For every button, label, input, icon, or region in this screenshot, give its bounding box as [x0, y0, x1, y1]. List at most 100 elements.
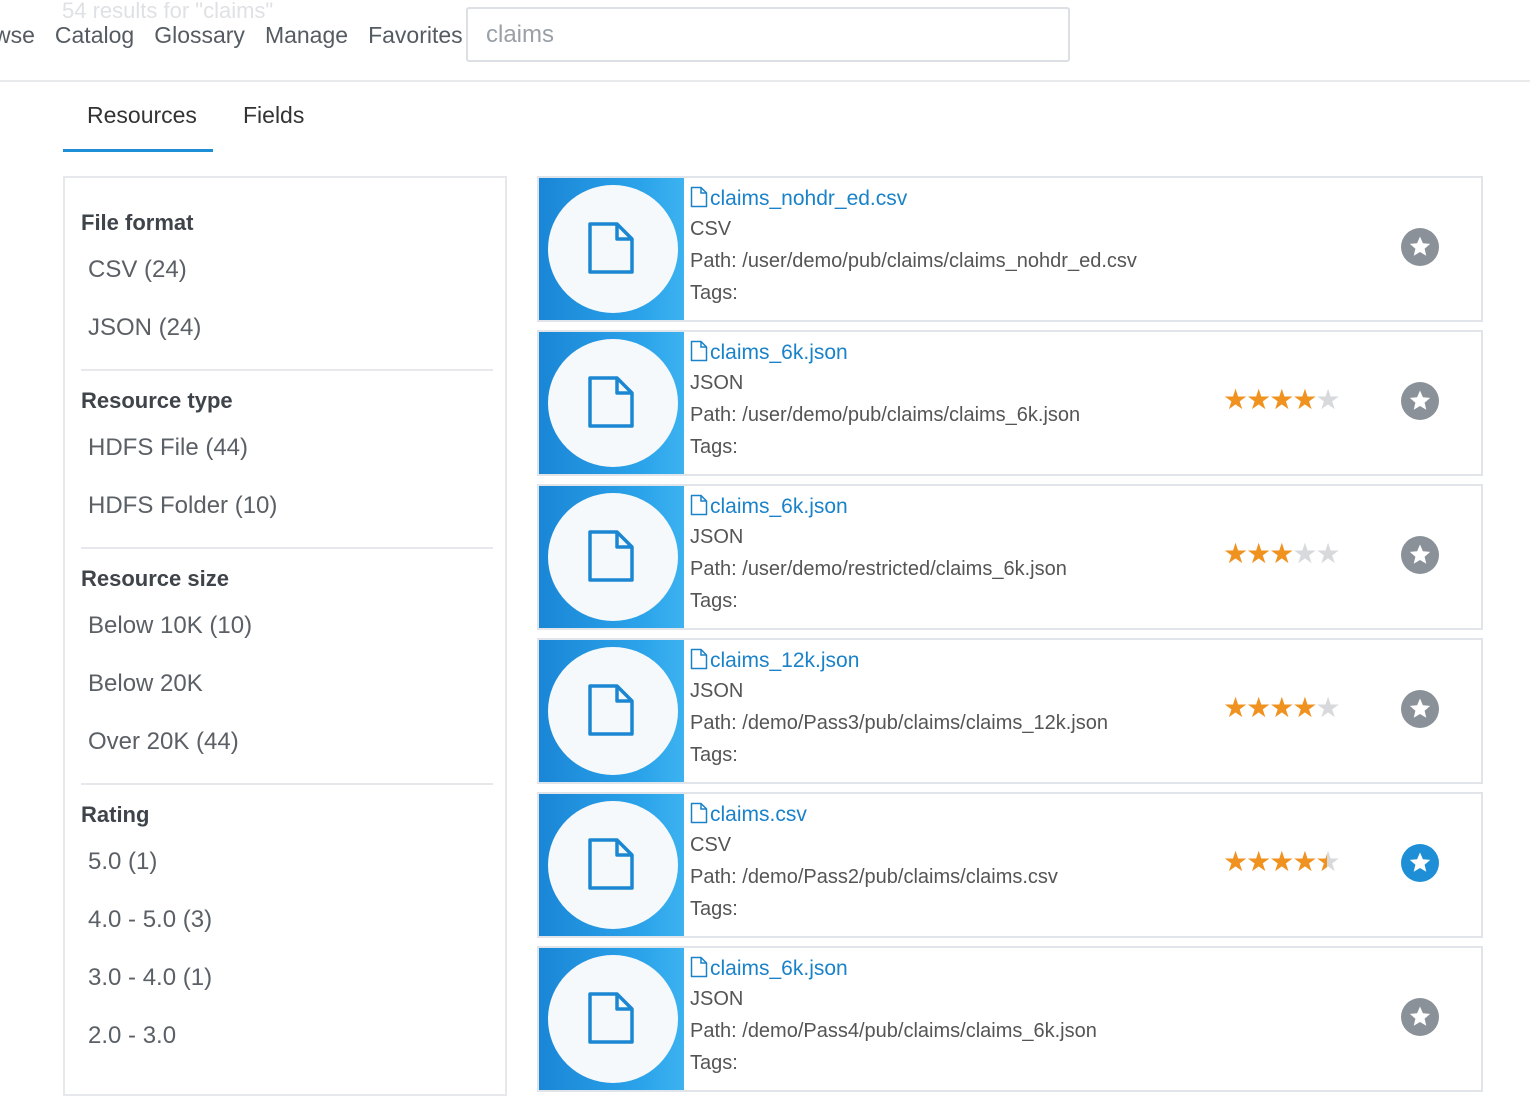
rating-stars: ★★★★★ — [1223, 538, 1341, 569]
star-filled-icon: ★ — [1269, 692, 1294, 723]
filter-rating-5[interactable]: 5.0 (1) — [88, 848, 157, 876]
nav-favorites[interactable]: Favorites — [368, 22, 463, 48]
nav-browse[interactable]: wse — [0, 22, 35, 48]
resource-name[interactable]: claims_6k.json — [710, 495, 848, 518]
filter-over-20k[interactable]: Over 20K (44) — [88, 728, 239, 756]
resource-path: Path: /user/demo/pub/claims/claims_nohdr… — [690, 250, 1137, 272]
star-filled-icon: ★ — [1246, 384, 1271, 415]
star-circle-icon — [1401, 382, 1439, 420]
resource-name-link[interactable]: claims_nohdr_ed.csv — [690, 186, 907, 211]
result-card[interactable]: claims_6k.json JSON Path: /demo/Pass4/pub/… — [537, 946, 1483, 1092]
filter-panel: File format CSV (24) JSON (24) Resource … — [63, 176, 507, 1096]
result-card[interactable]: claims_nohdr_ed.csv CSV Path: /user/demo/p… — [537, 176, 1483, 322]
resource-name[interactable]: claims_12k.json — [710, 649, 859, 672]
resource-tags: Tags: — [690, 282, 738, 304]
filter-title-resource-type: Resource type — [81, 388, 233, 413]
resource-format: JSON — [690, 372, 744, 394]
resource-name[interactable]: claims_nohdr_ed.csv — [710, 187, 907, 210]
favorite-button[interactable] — [1401, 382, 1439, 420]
star-circle-icon — [1401, 536, 1439, 574]
file-outline-icon — [690, 186, 710, 210]
favorite-button[interactable] — [1401, 536, 1439, 574]
resource-name-link[interactable]: claims_6k.json — [690, 340, 848, 365]
filter-below-20k[interactable]: Below 20K — [88, 670, 203, 698]
star-filled-icon: ★ — [1223, 384, 1248, 415]
favorite-button[interactable] — [1401, 998, 1439, 1036]
star-filled-icon: ★ — [1223, 692, 1248, 723]
filter-hdfs-file[interactable]: HDFS File (44) — [88, 434, 248, 462]
active-tab-indicator — [63, 149, 213, 152]
resource-tags: Tags: — [690, 898, 738, 920]
file-outline-icon — [690, 340, 710, 364]
rating-stars: ★★★★★ — [1223, 384, 1341, 415]
resource-path: Path: /demo/Pass4/pub/claims/claims_6k.j… — [690, 1020, 1097, 1042]
filter-below-10k[interactable]: Below 10K (10) — [88, 612, 252, 640]
resource-format: JSON — [690, 680, 744, 702]
star-filled-icon: ★ — [1269, 538, 1294, 569]
resource-name-link[interactable]: claims_12k.json — [690, 648, 859, 673]
star-filled-icon: ★ — [1269, 384, 1294, 415]
resource-name[interactable]: claims.csv — [710, 803, 807, 826]
resource-tags: Tags: — [690, 1052, 738, 1074]
nav-catalog[interactable]: Catalog — [55, 22, 134, 48]
search-input[interactable]: claims — [466, 7, 1070, 62]
resource-name[interactable]: claims_6k.json — [710, 957, 848, 980]
result-card[interactable]: claims_12k.json JSON Path: /demo/Pass3/pub… — [537, 638, 1483, 784]
resource-name-link[interactable]: claims.csv — [690, 802, 807, 827]
star-filled-icon: ★ — [1292, 384, 1317, 415]
star-empty-icon: ★ — [1315, 384, 1340, 415]
resource-tags: Tags: — [690, 744, 738, 766]
filter-divider — [81, 369, 493, 371]
rating-stars: ★★★★★★ — [1223, 846, 1341, 877]
star-filled-icon: ★ — [1292, 692, 1317, 723]
filter-divider — [81, 547, 493, 549]
result-card[interactable]: claims_6k.json JSON Path: /user/demo/restr… — [537, 484, 1483, 630]
filter-rating-3-4[interactable]: 3.0 - 4.0 (1) — [88, 964, 212, 992]
file-thumbnail — [539, 948, 684, 1090]
result-card[interactable]: claims.csv CSV Path: /demo/Pass2/pub/claim… — [537, 792, 1483, 938]
filter-title-file-format: File format — [81, 210, 194, 235]
tab-resources[interactable]: Resources — [87, 102, 197, 129]
star-filled-icon: ★ — [1223, 538, 1248, 569]
top-bar: 54 results for "claims" wse Catalog Glossa… — [0, 0, 1530, 82]
star-circle-icon — [1401, 228, 1439, 266]
filter-rating-4-5[interactable]: 4.0 - 5.0 (3) — [88, 906, 212, 934]
rating-stars: ★★★★★ — [1223, 692, 1341, 723]
resource-tags: Tags: — [690, 436, 738, 458]
result-card[interactable]: claims_6k.json JSON Path: /user/demo/pub/c… — [537, 330, 1483, 476]
resource-path: Path: /demo/Pass2/pub/claims/claims.csv — [690, 866, 1058, 888]
resource-name[interactable]: claims_6k.json — [710, 341, 848, 364]
favorite-button[interactable] — [1401, 690, 1439, 728]
main-nav: wse Catalog Glossary Manage Favorites — [0, 22, 483, 49]
resource-path: Path: /demo/Pass3/pub/claims/claims_12k.… — [690, 712, 1108, 734]
filter-title-resource-size: Resource size — [81, 566, 229, 591]
star-filled-icon: ★ — [1292, 846, 1317, 877]
resource-name-link[interactable]: claims_6k.json — [690, 956, 848, 981]
resource-name-link[interactable]: claims_6k.json — [690, 494, 848, 519]
filter-csv[interactable]: CSV (24) — [88, 256, 187, 284]
filter-title-rating: Rating — [81, 802, 150, 827]
resource-path: Path: /user/demo/pub/claims/claims_6k.js… — [690, 404, 1081, 426]
resource-path: Path: /user/demo/restricted/claims_6k.js… — [690, 558, 1067, 580]
file-outline-icon — [690, 494, 710, 518]
resource-tags: Tags: — [690, 590, 738, 612]
filter-json[interactable]: JSON (24) — [88, 314, 201, 342]
file-thumbnail — [539, 794, 684, 936]
filter-rating-2-3[interactable]: 2.0 - 3.0 — [88, 1022, 176, 1050]
file-outline-icon — [690, 802, 710, 826]
nav-glossary[interactable]: Glossary — [154, 22, 245, 48]
resource-format: JSON — [690, 526, 744, 548]
star-filled-icon: ★ — [1246, 846, 1271, 877]
results-count: 54 results for "claims" — [62, 0, 274, 23]
file-outline-icon — [690, 648, 710, 672]
favorite-button[interactable] — [1401, 228, 1439, 266]
resource-format: CSV — [690, 218, 732, 240]
nav-manage[interactable]: Manage — [265, 22, 348, 48]
tab-fields[interactable]: Fields — [243, 102, 304, 129]
star-half-icon: ★★ — [1315, 846, 1340, 877]
favorite-button[interactable] — [1401, 844, 1439, 882]
filter-hdfs-folder[interactable]: HDFS Folder (10) — [88, 492, 277, 520]
file-thumbnail — [539, 486, 684, 628]
star-filled-icon: ★ — [1246, 538, 1271, 569]
file-thumbnail — [539, 178, 684, 320]
